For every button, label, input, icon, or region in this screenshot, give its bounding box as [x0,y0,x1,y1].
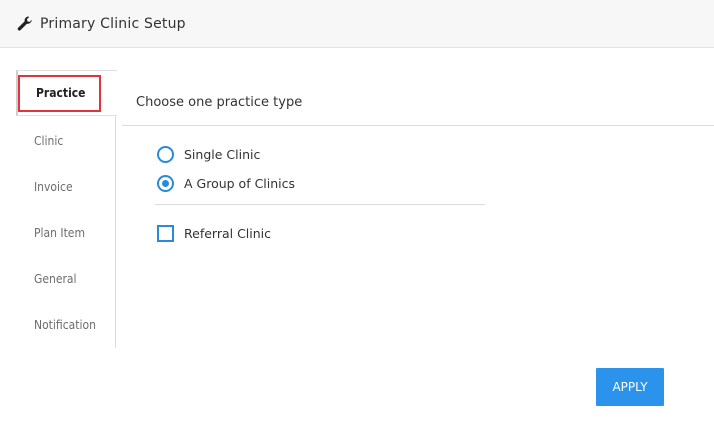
divider [155,204,485,205]
tab-notification[interactable]: Notification [16,302,116,348]
section-heading: Choose one practice type [136,95,303,110]
radio-single-clinic[interactable]: Single Clinic [157,146,260,163]
tab-invoice[interactable]: Invoice [16,164,116,210]
checkbox-label: Referral Clinic [184,226,272,241]
tab-practice[interactable]: Practice [16,70,117,116]
tab-clinic[interactable]: Clinic [16,118,116,164]
radio-group-of-clinics[interactable]: A Group of Clinics [157,175,295,192]
settings-sidebar: Practice Clinic Invoice Plan Item Genera… [16,70,117,348]
header-bar: Primary Clinic Setup [0,0,714,48]
tab-plan-item[interactable]: Plan Item [16,210,116,256]
radio-label: Single Clinic [184,147,261,162]
wrench-icon [16,15,34,33]
page-title: Primary Clinic Setup [40,15,186,32]
checkbox-referral-clinic[interactable]: Referral Clinic [157,225,271,242]
checkbox-icon[interactable] [157,225,174,242]
radio-unselected-icon[interactable] [157,146,174,163]
radio-label: A Group of Clinics [184,176,296,191]
divider [122,125,714,126]
radio-dot [162,180,169,187]
tab-general[interactable]: General [16,256,116,302]
apply-button[interactable]: APPLY [596,368,664,406]
radio-selected-icon[interactable] [157,175,174,192]
